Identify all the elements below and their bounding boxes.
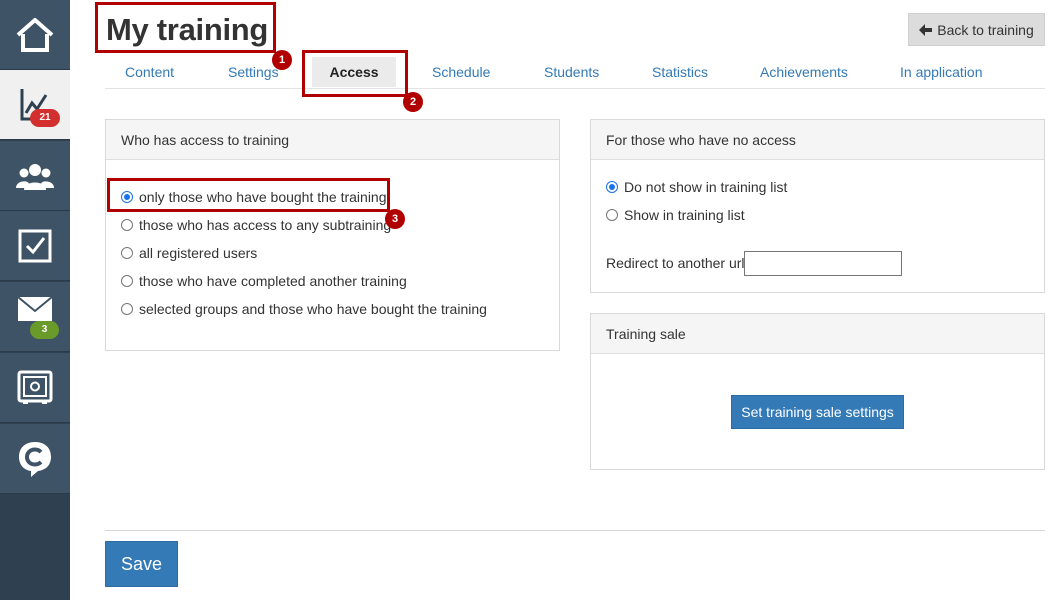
messages-count-badge: 3	[30, 321, 59, 339]
tabs-divider	[105, 88, 1045, 89]
radio-button[interactable]	[121, 275, 133, 287]
tab-achievements[interactable]: Achievements	[760, 64, 848, 80]
radio-button[interactable]	[121, 303, 133, 315]
page-title: My training	[106, 12, 269, 47]
users-icon	[16, 163, 54, 190]
arrow-left-icon	[919, 23, 933, 36]
access-option-completed[interactable]: those who have completed another trainin…	[121, 273, 407, 289]
no-access-option-hide[interactable]: Do not show in training list	[606, 179, 787, 195]
access-option-bought[interactable]: only those who have bought the training	[121, 189, 387, 205]
annotation-marker: 1	[272, 50, 292, 70]
radio-button[interactable]	[121, 247, 133, 259]
safe-icon	[17, 370, 53, 404]
no-access-option-show[interactable]: Show in training list	[606, 207, 745, 223]
training-sale-panel-title: Training sale	[591, 314, 1044, 354]
checkbox-icon	[18, 229, 52, 262]
redirect-url-input[interactable]	[744, 251, 902, 276]
sidebar: 21 3	[0, 0, 70, 600]
set-training-sale-settings-button[interactable]: Set training sale settings	[731, 395, 904, 429]
tab-students[interactable]: Students	[544, 64, 599, 80]
access-panel-title: Who has access to training	[106, 120, 559, 160]
mail-icon	[17, 295, 53, 321]
sidebar-item-tasks[interactable]	[0, 211, 70, 281]
save-button[interactable]: Save	[105, 541, 178, 587]
access-option-label: those who have completed another trainin…	[139, 273, 407, 289]
tab-in-application[interactable]: In application	[900, 64, 983, 80]
radio-button[interactable]	[606, 209, 618, 221]
no-access-panel-title: For those who have no access	[591, 120, 1044, 160]
sidebar-item-chat[interactable]	[0, 424, 70, 494]
sidebar-item-home[interactable]	[0, 0, 70, 70]
back-button-label: Back to training	[937, 21, 1034, 38]
access-option-label: only those who have bought the training	[139, 189, 387, 205]
trainings-count-badge: 21	[30, 109, 60, 127]
access-option-label: those who has access to any subtraining	[139, 217, 392, 233]
sidebar-item-trainings[interactable]	[0, 70, 70, 140]
bottom-divider	[105, 530, 1045, 531]
tab-settings[interactable]: Settings	[228, 64, 279, 80]
tab-access[interactable]: Access	[312, 57, 396, 87]
home-icon	[16, 17, 54, 52]
annotation-marker: 2	[403, 92, 423, 112]
radio-button[interactable]	[606, 181, 618, 193]
annotation-marker: 3	[385, 209, 405, 229]
no-access-option-label: Do not show in training list	[624, 179, 788, 195]
sidebar-item-users[interactable]	[0, 141, 70, 211]
app-root: 21 3 My training Back to training Conten…	[0, 0, 1054, 600]
access-option-groups[interactable]: selected groups and those who have bough…	[121, 301, 487, 317]
access-option-label: all registered users	[139, 245, 258, 261]
no-access-option-label: Show in training list	[624, 207, 745, 223]
redirect-url-label: Redirect to another url	[606, 255, 745, 271]
sidebar-item-safe[interactable]	[0, 353, 70, 423]
access-option-registered[interactable]: all registered users	[121, 245, 257, 261]
access-option-subtraining[interactable]: those who has access to any subtraining	[121, 217, 391, 233]
tab-schedule[interactable]: Schedule	[432, 64, 490, 80]
radio-button[interactable]	[121, 191, 133, 203]
access-option-label: selected groups and those who have bough…	[139, 301, 487, 317]
chat-logo-icon	[19, 441, 51, 477]
training-sale-panel: Training sale	[590, 313, 1045, 470]
tab-content[interactable]: Content	[125, 64, 174, 80]
sidebar-item-messages[interactable]	[0, 282, 70, 352]
radio-button[interactable]	[121, 219, 133, 231]
back-to-training-button[interactable]: Back to training	[908, 13, 1045, 46]
tab-statistics[interactable]: Statistics	[652, 64, 708, 80]
